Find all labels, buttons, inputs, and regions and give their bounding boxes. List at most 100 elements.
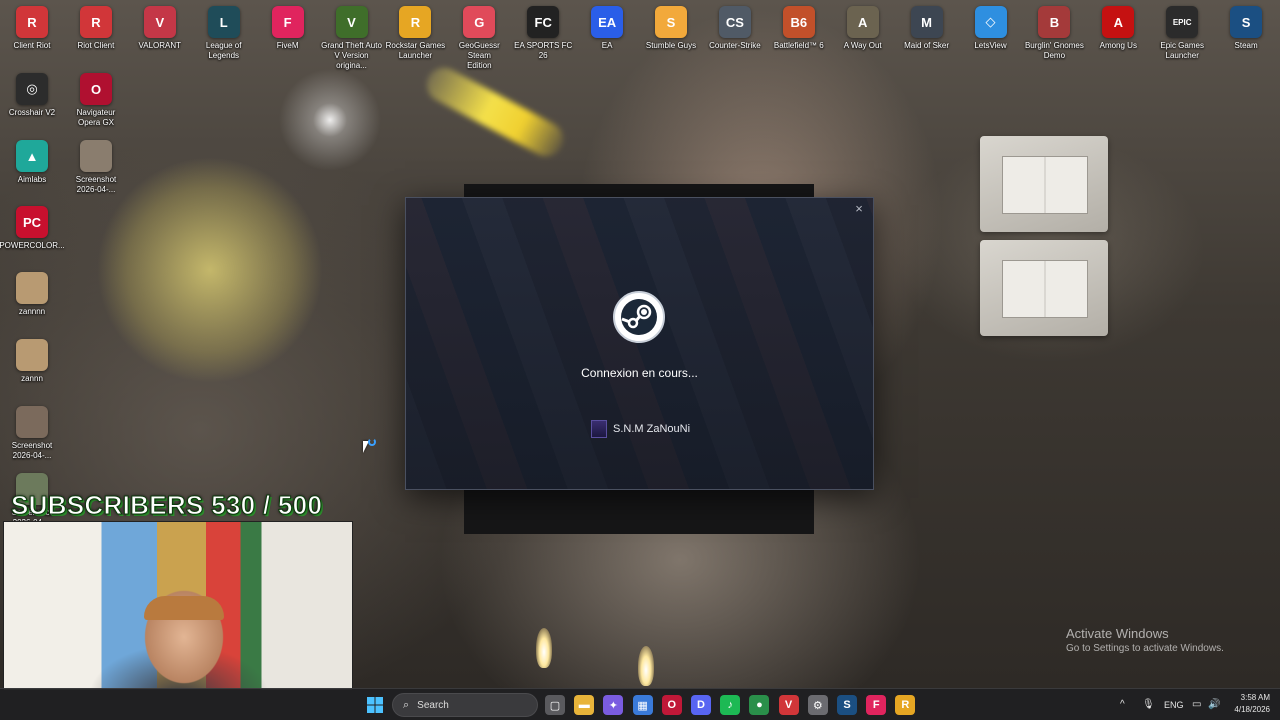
desktop-shortcut[interactable]: zannnn: [1, 272, 63, 317]
desktop-shortcut[interactable]: O Navigateur Opera GX: [65, 73, 127, 128]
desktop-shortcut[interactable]: B6 Battlefield™ 6: [768, 6, 830, 51]
desktop-shortcut[interactable]: zannn: [1, 339, 63, 384]
webcam-hat: [144, 596, 224, 620]
microphone-icon[interactable]: 🎙: [1142, 699, 1155, 710]
crosshair-icon: ◎: [16, 73, 48, 105]
wallpaper-sparkle: [270, 60, 390, 180]
file-explorer-icon[interactable]: ▬: [574, 695, 595, 715]
connection-status-text: Connexion en cours...: [581, 366, 698, 380]
clock[interactable]: 3:58 AM 4/18/2026: [1226, 693, 1270, 714]
activate-windows-watermark: Activate Windows Go to Settings to activ…: [1066, 626, 1224, 654]
subscriber-counter: SUBSCRIBERS 530 / 500: [10, 490, 323, 521]
powercolor-icon: PC: [16, 206, 48, 238]
desktop-shortcut-label: POWERCOLOR...: [0, 241, 65, 250]
image-file-icon: [16, 339, 48, 371]
maid-of-sker-icon: M: [910, 6, 943, 38]
task-view-icon[interactable]: ▢: [545, 695, 565, 715]
spotify-icon[interactable]: ♪: [720, 695, 741, 715]
desktop-shortcut[interactable]: L League of Legends: [193, 6, 255, 61]
desktop-shortcut[interactable]: G GeoGuessr Steam Edition: [448, 6, 510, 71]
desktop-shortcut[interactable]: M Maid of Sker: [896, 6, 958, 51]
desktop-shortcut[interactable]: B Burglin' Gnomes Demo: [1023, 6, 1085, 61]
opera-gx-icon: O: [80, 73, 112, 105]
desktop-shortcut-label: Grand Theft Auto V Version origina...: [321, 41, 382, 70]
microsoft-store-icon[interactable]: ▦: [632, 695, 653, 715]
desktop-shortcut[interactable]: A Among Us: [1087, 6, 1149, 51]
desktop-shortcut[interactable]: CS Counter-Strike: [704, 6, 766, 51]
network-icon[interactable]: ▭: [1192, 699, 1201, 710]
close-icon[interactable]: ×: [851, 201, 867, 217]
screenshot-file-icon: [16, 406, 48, 438]
desktop-shortcut[interactable]: ◇ LetsView: [960, 6, 1022, 51]
screenshot-file-icon: [80, 140, 112, 172]
desktop-shortcut-label: VALORANT: [138, 41, 182, 50]
desktop-shortcut[interactable]: ▲ Aimlabs: [1, 140, 63, 185]
desktop-shortcut[interactable]: S Steam: [1215, 6, 1277, 51]
ea-fc-icon: FC: [527, 6, 560, 38]
desktop-shortcut[interactable]: R Client Riot: [1, 6, 63, 51]
desktop-shortcut[interactable]: A A Way Out: [832, 6, 894, 51]
desktop-shortcut[interactable]: ◎ Crosshair V2: [1, 73, 63, 118]
desktop-shortcut-label: A Way Out: [843, 41, 882, 50]
volume-icon[interactable]: 🔊: [1208, 699, 1220, 710]
steam-icon[interactable]: S: [837, 695, 857, 715]
desktop-shortcut[interactable]: EPIC Epic Games Launcher: [1151, 6, 1213, 61]
desktop-shortcut-label: LetsView: [974, 41, 1007, 50]
image-file-icon: [16, 272, 48, 304]
clock-date: 4/18/2026: [1234, 705, 1270, 714]
settings-icon[interactable]: ⚙: [807, 695, 828, 715]
language-indicator[interactable]: ENG: [1164, 700, 1184, 710]
desktop-shortcut[interactable]: PC POWERCOLOR...: [0, 206, 65, 251]
steam-account[interactable]: S.N.M ZaNouNi: [591, 420, 690, 438]
desktop-shortcut-label: Epic Games Launcher: [1160, 41, 1204, 60]
desktop-shortcut[interactable]: R Rockstar Games Launcher: [384, 6, 446, 61]
desktop-shortcut-label: GeoGuessr Steam Edition: [458, 41, 500, 70]
chevron-up-icon[interactable]: ^: [1120, 699, 1125, 710]
steam-logo-icon: [613, 291, 665, 343]
copilot-icon[interactable]: ✦: [603, 695, 624, 715]
desktop-shortcut[interactable]: FC EA SPORTS FC 26: [512, 6, 574, 61]
among-us-icon: A: [1102, 6, 1135, 38]
desktop-shortcut-label: FiveM: [276, 41, 299, 50]
gta-v-icon: V: [335, 6, 368, 38]
desktop-shortcut-label: Maid of Sker: [904, 41, 950, 50]
desktop-shortcut[interactable]: EA EA: [576, 6, 638, 51]
wallpaper-light-switch: [980, 136, 1108, 232]
search-placeholder: Search: [417, 699, 449, 711]
desktop-shortcut-label: Burglin' Gnomes Demo: [1024, 41, 1084, 60]
geoguessr-icon: G: [463, 6, 496, 38]
desktop-shortcut-label: zannn: [21, 374, 43, 383]
valorant-icon: V: [143, 6, 176, 38]
discord-icon[interactable]: D: [691, 695, 711, 715]
chrome-icon[interactable]: ●: [749, 695, 770, 715]
stumble-guys-icon: S: [655, 6, 687, 38]
desktop-shortcut[interactable]: F FiveM: [257, 6, 319, 51]
desktop-shortcut-label: Counter-Strike: [709, 41, 761, 50]
burglin-gnomes-icon: B: [1038, 6, 1071, 38]
desktop-shortcut-label: Crosshair V2: [8, 108, 56, 117]
riot-client-icon: R: [79, 6, 112, 38]
fivem-icon[interactable]: F: [866, 695, 887, 715]
desktop-shortcut[interactable]: R Riot Client: [65, 6, 127, 51]
fivem-icon: F: [271, 6, 304, 38]
desktop-shortcut-label: Screenshot 2026-04-...: [11, 441, 53, 460]
wallpaper-candle: [638, 646, 654, 686]
steam-username: S.N.M ZaNouNi: [613, 423, 691, 435]
steam-icon: S: [1230, 6, 1263, 38]
opera-gx-icon[interactable]: O: [661, 695, 682, 715]
desktop-shortcut[interactable]: S Stumble Guys: [640, 6, 702, 51]
desktop-shortcut[interactable]: Screenshot 2026-04-...: [1, 406, 63, 461]
search-icon: ⌕: [403, 698, 410, 711]
steam-login-dialog: × Connexion en cours... S.N.M ZaNouNi: [405, 197, 874, 490]
rockstar-icon[interactable]: R: [895, 695, 916, 715]
desktop-shortcut-label: League of Legends: [205, 41, 242, 60]
desktop-shortcut-label: Rockstar Games Launcher: [385, 41, 446, 60]
start-button[interactable]: [365, 695, 385, 715]
taskbar-search[interactable]: ⌕ Search: [392, 693, 538, 717]
desktop-shortcut-label: EA: [601, 41, 613, 50]
aimlabs-icon: ▲: [16, 140, 48, 172]
desktop-shortcut[interactable]: V VALORANT: [129, 6, 191, 51]
desktop-shortcut[interactable]: Screenshot 2026-04-...: [65, 140, 127, 195]
riot-vanguard-icon[interactable]: V: [778, 695, 799, 715]
desktop-shortcut[interactable]: V Grand Theft Auto V Version origina...: [321, 6, 383, 71]
